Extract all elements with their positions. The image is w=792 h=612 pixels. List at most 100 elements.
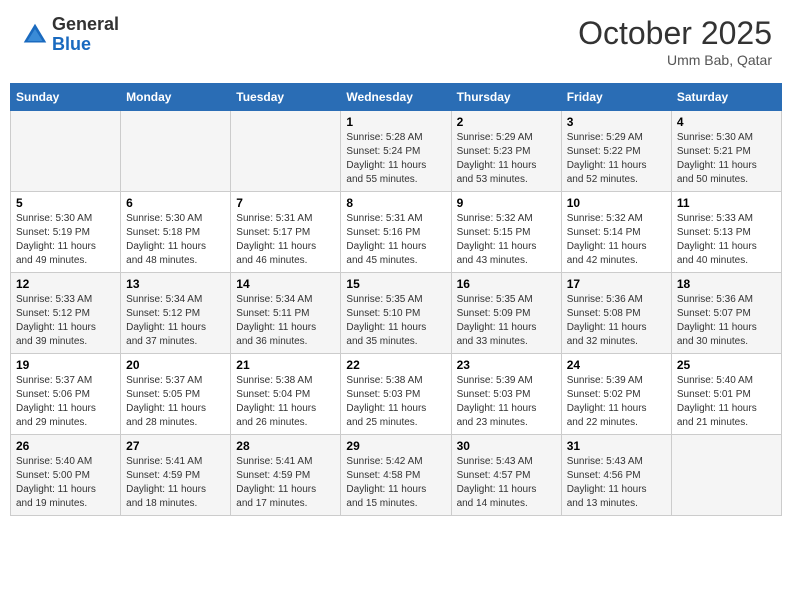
calendar-day-cell: 16Sunrise: 5:35 AM Sunset: 5:09 PM Dayli… xyxy=(451,273,561,354)
calendar-day-cell: 24 Sunrise: 5:39 AM Sunset: 5:02 PM Dayli… xyxy=(561,354,671,435)
weekday-header: Monday xyxy=(121,84,231,111)
page-header: General Blue October 2025 Umm Bab, Qatar xyxy=(10,10,782,73)
calendar-week-row: 26 Sunrise: 5:40 AM Sunset: 5:00 PM Dayli… xyxy=(11,435,782,516)
day-number: 2 xyxy=(457,115,556,129)
calendar-header: SundayMondayTuesdayWednesdayThursdayFrid… xyxy=(11,84,782,111)
weekday-header: Sunday xyxy=(11,84,121,111)
month-title: October 2025 xyxy=(578,15,772,52)
day-info: Sunrise: 5:43 AM Sunset: 4:57 PM Dayligh… xyxy=(457,455,556,511)
weekday-header: Friday xyxy=(561,84,671,111)
calendar-day-cell: 8 Sunrise: 5:31 AM Sunset: 5:16 PM Daylig… xyxy=(341,192,451,273)
calendar-day-cell: 21Sunrise: 5:38 AM Sunset: 5:04 PM Dayli… xyxy=(231,354,341,435)
weekday-header: Wednesday xyxy=(341,84,451,111)
day-number: 14 xyxy=(236,277,335,291)
day-info: Sunrise: 5:31 AM Sunset: 5:17 PM Dayligh… xyxy=(236,212,335,268)
calendar-week-row: 12Sunrise: 5:33 AM Sunset: 5:12 PM Dayli… xyxy=(11,273,782,354)
day-info: Sunrise: 5:32 AM Sunset: 5:14 PM Dayligh… xyxy=(567,212,666,268)
day-info: Sunrise: 5:34 AM Sunset: 5:12 PM Dayligh… xyxy=(126,293,225,349)
calendar-day-cell: 30 Sunrise: 5:43 AM Sunset: 4:57 PM Dayli… xyxy=(451,435,561,516)
calendar-day-cell: 2Sunrise: 5:29 AM Sunset: 5:23 PM Daylig… xyxy=(451,111,561,192)
calendar-day-cell: 13 Sunrise: 5:34 AM Sunset: 5:12 PM Dayli… xyxy=(121,273,231,354)
calendar-day-cell: 1Sunrise: 5:28 AM Sunset: 5:24 PM Daylig… xyxy=(341,111,451,192)
location-subtitle: Umm Bab, Qatar xyxy=(578,52,772,68)
logo-text: General Blue xyxy=(52,15,119,55)
calendar-week-row: 19 Sunrise: 5:37 AM Sunset: 5:06 PM Dayli… xyxy=(11,354,782,435)
calendar-day-cell: 18 Sunrise: 5:36 AM Sunset: 5:07 PM Dayli… xyxy=(671,273,781,354)
day-info: Sunrise: 5:39 AM Sunset: 5:03 PM Dayligh… xyxy=(457,374,556,430)
calendar-day-cell: 9 Sunrise: 5:32 AM Sunset: 5:15 PM Daylig… xyxy=(451,192,561,273)
day-info: Sunrise: 5:41 AM Sunset: 4:59 PM Dayligh… xyxy=(236,455,335,511)
logo-general: General xyxy=(52,14,119,34)
calendar-day-cell: 29 Sunrise: 5:42 AM Sunset: 4:58 PM Dayli… xyxy=(341,435,451,516)
day-info: Sunrise: 5:37 AM Sunset: 5:05 PM Dayligh… xyxy=(126,374,225,430)
calendar-day-cell xyxy=(11,111,121,192)
day-number: 22 xyxy=(346,358,445,372)
day-number: 13 xyxy=(126,277,225,291)
day-info: Sunrise: 5:28 AM Sunset: 5:24 PM Dayligh… xyxy=(346,131,445,187)
day-info: Sunrise: 5:39 AM Sunset: 5:02 PM Dayligh… xyxy=(567,374,666,430)
calendar-day-cell: 23Sunrise: 5:39 AM Sunset: 5:03 PM Dayli… xyxy=(451,354,561,435)
day-number: 10 xyxy=(567,196,666,210)
calendar-week-row: 1Sunrise: 5:28 AM Sunset: 5:24 PM Daylig… xyxy=(11,111,782,192)
day-info: Sunrise: 5:41 AM Sunset: 4:59 PM Dayligh… xyxy=(126,455,225,511)
weekday-header: Thursday xyxy=(451,84,561,111)
day-info: Sunrise: 5:37 AM Sunset: 5:06 PM Dayligh… xyxy=(16,374,115,430)
weekday-header: Saturday xyxy=(671,84,781,111)
day-info: Sunrise: 5:43 AM Sunset: 4:56 PM Dayligh… xyxy=(567,455,666,511)
day-number: 19 xyxy=(16,358,115,372)
calendar-day-cell: 20 Sunrise: 5:37 AM Sunset: 5:05 PM Dayli… xyxy=(121,354,231,435)
calendar-day-cell: 11 Sunrise: 5:33 AM Sunset: 5:13 PM Dayli… xyxy=(671,192,781,273)
day-info: Sunrise: 5:35 AM Sunset: 5:10 PM Dayligh… xyxy=(346,293,445,349)
day-number: 20 xyxy=(126,358,225,372)
day-number: 4 xyxy=(677,115,776,129)
day-info: Sunrise: 5:33 AM Sunset: 5:13 PM Dayligh… xyxy=(677,212,776,268)
day-number: 30 xyxy=(457,439,556,453)
calendar-day-cell: 7Sunrise: 5:31 AM Sunset: 5:17 PM Daylig… xyxy=(231,192,341,273)
day-info: Sunrise: 5:40 AM Sunset: 5:00 PM Dayligh… xyxy=(16,455,115,511)
calendar-day-cell: 3Sunrise: 5:29 AM Sunset: 5:22 PM Daylig… xyxy=(561,111,671,192)
day-number: 9 xyxy=(457,196,556,210)
calendar-day-cell xyxy=(671,435,781,516)
calendar-day-cell: 26 Sunrise: 5:40 AM Sunset: 5:00 PM Dayli… xyxy=(11,435,121,516)
day-number: 12 xyxy=(16,277,115,291)
calendar-day-cell: 6Sunrise: 5:30 AM Sunset: 5:18 PM Daylig… xyxy=(121,192,231,273)
title-block: October 2025 Umm Bab, Qatar xyxy=(578,15,772,68)
day-number: 31 xyxy=(567,439,666,453)
day-number: 17 xyxy=(567,277,666,291)
day-number: 11 xyxy=(677,196,776,210)
calendar-day-cell: 12Sunrise: 5:33 AM Sunset: 5:12 PM Dayli… xyxy=(11,273,121,354)
day-info: Sunrise: 5:32 AM Sunset: 5:15 PM Dayligh… xyxy=(457,212,556,268)
calendar-day-cell: 22 Sunrise: 5:38 AM Sunset: 5:03 PM Dayli… xyxy=(341,354,451,435)
day-info: Sunrise: 5:30 AM Sunset: 5:21 PM Dayligh… xyxy=(677,131,776,187)
day-number: 29 xyxy=(346,439,445,453)
calendar-day-cell xyxy=(121,111,231,192)
calendar-day-cell: 5Sunrise: 5:30 AM Sunset: 5:19 PM Daylig… xyxy=(11,192,121,273)
day-info: Sunrise: 5:38 AM Sunset: 5:03 PM Dayligh… xyxy=(346,374,445,430)
day-number: 25 xyxy=(677,358,776,372)
calendar-day-cell: 28 Sunrise: 5:41 AM Sunset: 4:59 PM Dayli… xyxy=(231,435,341,516)
calendar-day-cell: 17 Sunrise: 5:36 AM Sunset: 5:08 PM Dayli… xyxy=(561,273,671,354)
calendar-day-cell: 10 Sunrise: 5:32 AM Sunset: 5:14 PM Dayli… xyxy=(561,192,671,273)
calendar-day-cell: 4 Sunrise: 5:30 AM Sunset: 5:21 PM Daylig… xyxy=(671,111,781,192)
calendar-day-cell: 15Sunrise: 5:35 AM Sunset: 5:10 PM Dayli… xyxy=(341,273,451,354)
day-number: 28 xyxy=(236,439,335,453)
day-info: Sunrise: 5:31 AM Sunset: 5:16 PM Dayligh… xyxy=(346,212,445,268)
day-number: 8 xyxy=(346,196,445,210)
calendar-day-cell: 27 Sunrise: 5:41 AM Sunset: 4:59 PM Dayli… xyxy=(121,435,231,516)
day-info: Sunrise: 5:42 AM Sunset: 4:58 PM Dayligh… xyxy=(346,455,445,511)
day-info: Sunrise: 5:36 AM Sunset: 5:07 PM Dayligh… xyxy=(677,293,776,349)
day-number: 18 xyxy=(677,277,776,291)
day-info: Sunrise: 5:40 AM Sunset: 5:01 PM Dayligh… xyxy=(677,374,776,430)
day-number: 26 xyxy=(16,439,115,453)
weekday-row: SundayMondayTuesdayWednesdayThursdayFrid… xyxy=(11,84,782,111)
calendar-day-cell xyxy=(231,111,341,192)
calendar-body: 1Sunrise: 5:28 AM Sunset: 5:24 PM Daylig… xyxy=(11,111,782,516)
day-number: 16 xyxy=(457,277,556,291)
day-number: 24 xyxy=(567,358,666,372)
day-number: 3 xyxy=(567,115,666,129)
day-info: Sunrise: 5:30 AM Sunset: 5:18 PM Dayligh… xyxy=(126,212,225,268)
day-number: 27 xyxy=(126,439,225,453)
day-info: Sunrise: 5:36 AM Sunset: 5:08 PM Dayligh… xyxy=(567,293,666,349)
calendar-day-cell: 19 Sunrise: 5:37 AM Sunset: 5:06 PM Dayli… xyxy=(11,354,121,435)
day-number: 5 xyxy=(16,196,115,210)
